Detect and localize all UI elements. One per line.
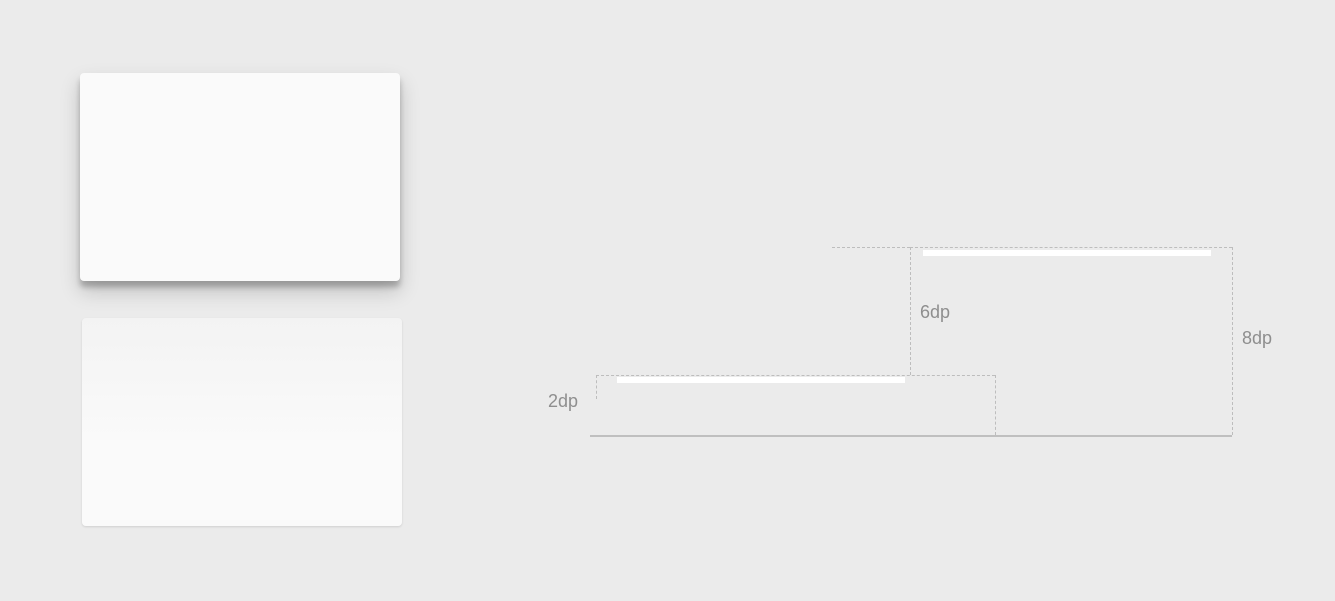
label-2dp: 2dp bbox=[548, 391, 578, 412]
dash-2dp-top bbox=[596, 375, 995, 376]
elevation-card-low bbox=[82, 318, 402, 526]
dash-8dp-top-ext bbox=[832, 247, 910, 248]
surface-bar-2dp bbox=[617, 377, 905, 383]
dash-8dp-left bbox=[910, 247, 911, 375]
diagram-baseline bbox=[590, 435, 1232, 437]
dash-8dp-right bbox=[1232, 247, 1233, 435]
elevation-step-diagram: 2dp 6dp 8dp bbox=[540, 240, 1280, 440]
label-8dp: 8dp bbox=[1242, 328, 1272, 349]
elevation-card-high bbox=[80, 73, 400, 281]
label-6dp: 6dp bbox=[920, 302, 950, 323]
dash-8dp-top bbox=[910, 247, 1232, 248]
surface-bar-8dp bbox=[923, 250, 1211, 256]
dash-2dp-right bbox=[995, 375, 996, 435]
dash-2dp-left bbox=[596, 375, 597, 399]
